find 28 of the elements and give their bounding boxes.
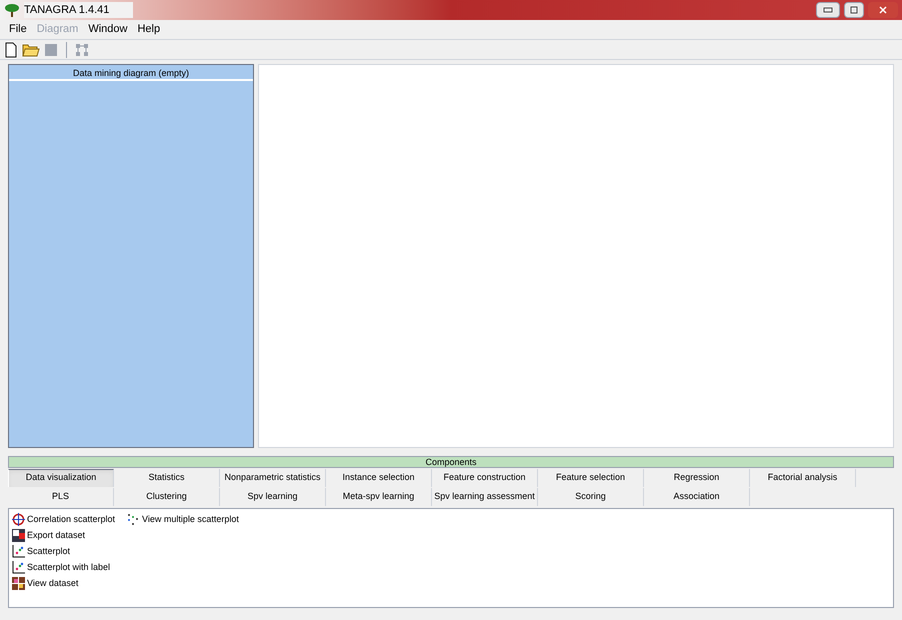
component-item[interactable]: Correlation scatterplot [12,512,116,527]
menu-item[interactable]: Help [132,21,166,38]
folder-icon[interactable] [22,42,40,56]
new-document-icon[interactable] [4,42,18,58]
scatterplot-icon [12,545,25,558]
maximize-button[interactable] [844,2,864,18]
table-icon [12,577,25,590]
maximize-icon [850,6,858,14]
component-item[interactable]: Scatterplot with label [12,560,116,575]
components-header: Components [8,456,894,468]
component-tab[interactable]: Data visualization [8,468,114,486]
tree-icon [4,3,20,17]
minimize-button[interactable] [816,2,840,18]
minimize-icon [823,7,833,13]
crosshair-icon [12,513,25,526]
window-title: TANAGRA 1.4.41 [24,2,134,18]
close-icon [879,6,887,14]
component-item[interactable]: Scatterplot [12,544,116,559]
menu-item[interactable]: File [4,21,32,38]
menu-item[interactable]: Window [83,21,132,38]
component-item[interactable]: View multiple scatterplot [127,512,239,527]
close-button[interactable] [868,2,898,18]
scatterplot-icon [12,561,25,574]
export-icon [12,529,25,542]
component-item[interactable]: View dataset [12,576,116,591]
multiple-scatterplot-icon [127,513,140,526]
component-item[interactable]: Export dataset [12,528,116,543]
component-tab[interactable]: Spv learning assessment [432,488,538,506]
